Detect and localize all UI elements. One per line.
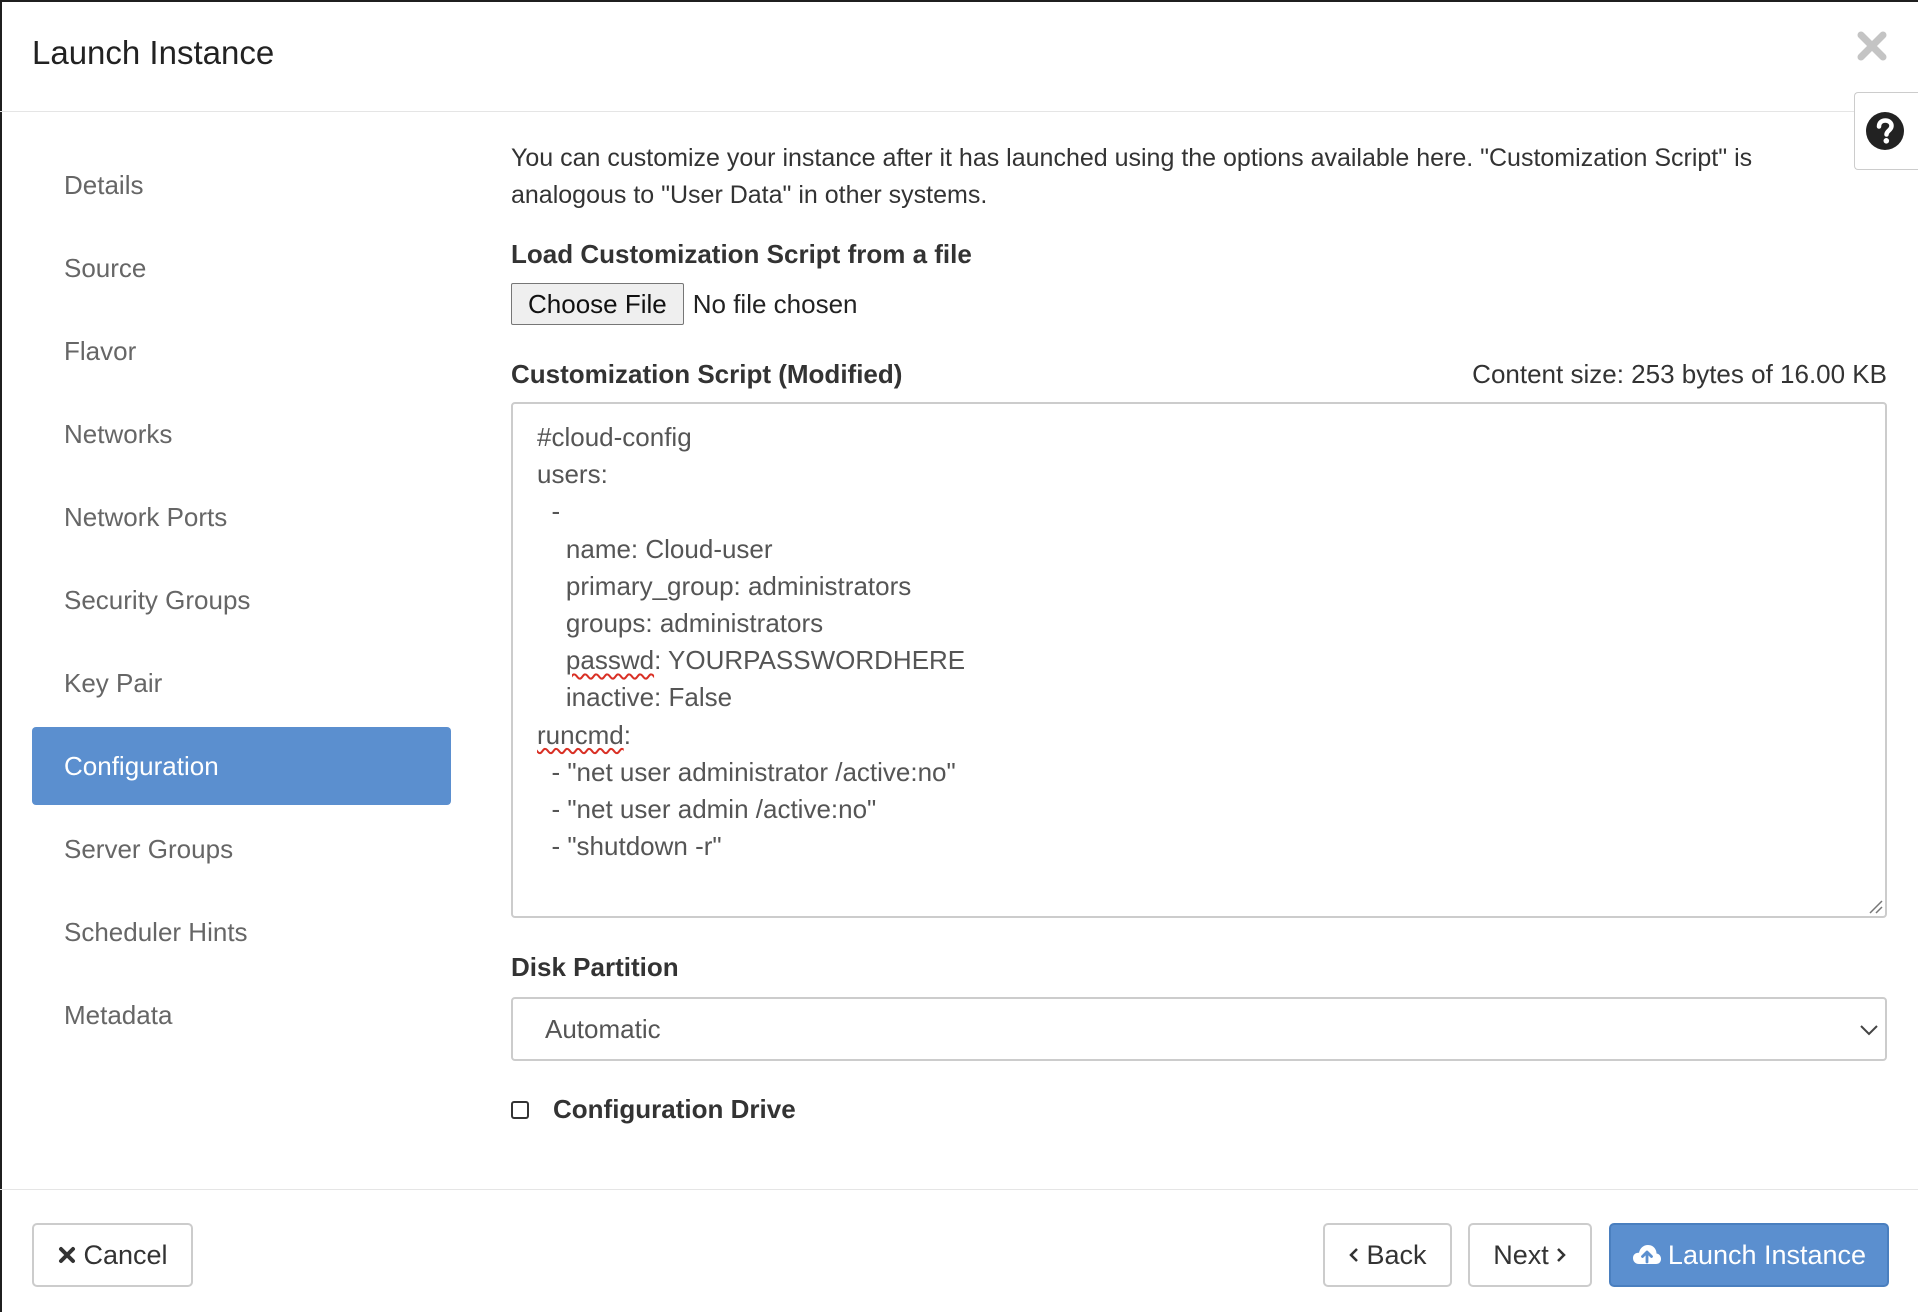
script-line: name: Cloud-user [537,533,773,564]
script-line: passwd: YOURPASSWORDHERE [537,642,1861,679]
nav-item-label: Flavor [64,335,137,366]
nav-item-networks[interactable]: Networks [32,395,451,473]
nav-item-network-ports[interactable]: Network Ports [32,478,451,556]
nav-item-scheduler-hints[interactable]: Scheduler Hints [32,893,451,971]
back-label: Back [1366,1239,1427,1270]
launch-label: Launch Instance [1667,1239,1867,1270]
script-line: primary_group: administrators [537,570,912,601]
disk-partition-select[interactable]: Automatic [511,997,1887,1061]
load-script-label: Load Customization Script from a file [511,239,972,269]
script-line: - "net user administrator /active:no" [537,756,956,787]
script-label: Customization Script (Modified) [511,359,903,389]
modal-title: Launch Instance [32,34,275,71]
script-line: - [537,496,561,527]
nav-item-configuration[interactable]: Configuration [32,727,451,805]
script-line: inactive: False [537,682,733,713]
script-line: runcmd: [537,717,1861,754]
script-line-rest: : [623,719,631,750]
nav-item-label: Network Ports [64,501,228,532]
next-label: Next [1493,1239,1549,1270]
chevron-left-icon [1349,1248,1359,1262]
nav-item-security-groups[interactable]: Security Groups [32,561,451,639]
close-icon[interactable] [1852,26,1892,66]
nav-item-label: Configuration [64,750,219,781]
nav-item-label: Networks [64,418,173,449]
script-line: #cloud-config [537,422,692,452]
configuration-panel: You can customize your instance after it… [511,140,1887,1124]
no-file-text: No file chosen [692,288,858,319]
nav-item-label: Scheduler Hints [64,916,248,947]
customization-script-textarea[interactable]: #cloud-config users: - name: Cloud-user … [511,402,1887,918]
config-drive-label: Configuration Drive [553,1094,796,1124]
nav-item-label: Details [64,169,144,200]
nav-item-label: Key Pair [64,667,163,698]
nav-item-details[interactable]: Details [32,146,451,224]
nav-item-flavor[interactable]: Flavor [32,312,451,390]
config-drive-checkbox[interactable] [511,1100,529,1119]
next-button[interactable]: Next [1468,1223,1592,1287]
nav-item-key-pair[interactable]: Key Pair [32,644,451,722]
nav-item-metadata[interactable]: Metadata [32,976,451,1054]
intro-line-1: You can customize your instance after it… [511,144,1753,172]
cloud-upload-icon [1632,1245,1661,1264]
spellcheck-word: runcmd [537,719,624,750]
nav-item-server-groups[interactable]: Server Groups [32,810,451,888]
modal-header: Launch Instance [0,0,1918,112]
nav-item-label: Source [64,252,147,283]
script-line: - "net user admin /active:no" [537,794,877,825]
script-line: - "shutdown -r" [537,831,722,862]
cancel-button[interactable]: Cancel [32,1223,193,1287]
spellcheck-word: passwd [565,645,655,676]
nav-item-label: Security Groups [64,584,251,615]
config-drive-row: Configuration Drive [511,1094,796,1125]
nav-item-source[interactable]: Source [32,229,451,307]
launch-instance-button[interactable]: Launch Instance [1609,1223,1889,1287]
disk-partition-value: Automatic [545,1013,661,1044]
window-edge-left [0,0,2,1312]
modal-footer: Cancel Back Next Launch Instance [0,1189,1918,1313]
resize-handle-icon[interactable] [1867,898,1883,914]
file-input: Choose File No file chosen [511,283,858,325]
choose-file-button[interactable]: Choose File [511,283,684,325]
nav-item-label: Metadata [64,999,173,1030]
script-line: users: [537,459,608,490]
intro-text: You can customize your instance after it… [511,140,1887,214]
back-button[interactable]: Back [1323,1223,1452,1287]
content-size-text: Content size: 253 bytes of 16.00 KB [1472,359,1887,389]
disk-partition-label: Disk Partition [511,952,679,982]
nav-item-label: Server Groups [64,833,234,864]
chevron-right-icon [1556,1248,1566,1262]
close-icon [59,1247,76,1263]
script-line-rest: : YOURPASSWORDHERE [654,645,966,676]
cancel-label: Cancel [83,1239,168,1270]
script-line: groups: administrators [537,608,824,639]
wizard-nav: Details Source Flavor Networks Network P… [32,146,451,1059]
intro-line-2: analogous to "User Data" in other system… [511,181,988,209]
chevron-down-icon [1860,1025,1878,1036]
